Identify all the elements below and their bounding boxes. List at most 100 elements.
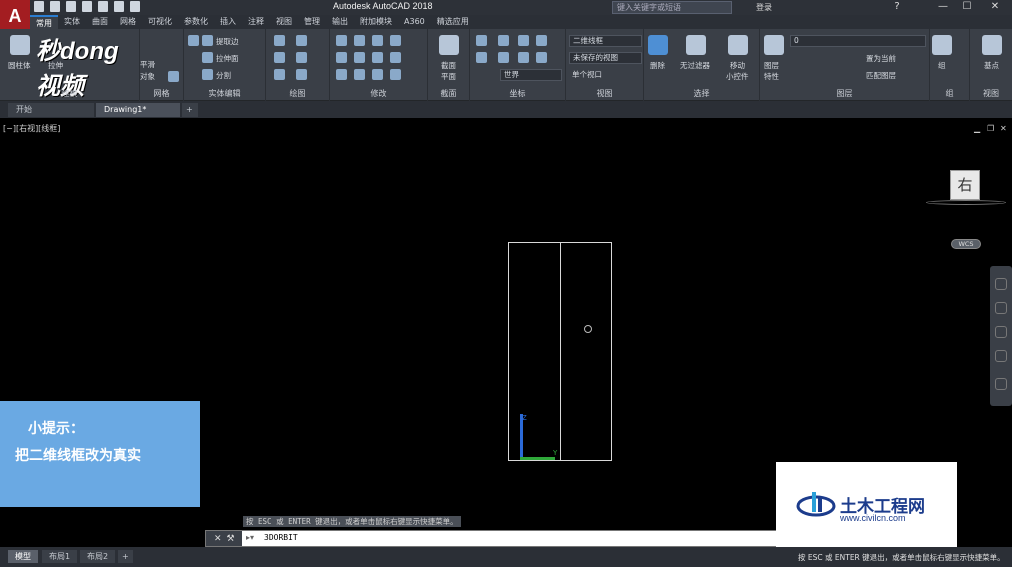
close-button[interactable]: ✕: [982, 0, 1008, 15]
ucs-z-icon[interactable]: [536, 52, 547, 63]
ucs-face-icon[interactable]: [518, 52, 529, 63]
search-input[interactable]: 键入关键字或短语: [612, 1, 732, 14]
new-tab-button[interactable]: +: [182, 103, 198, 117]
separate-label[interactable]: 分割: [216, 70, 231, 81]
steering-wheel-icon[interactable]: [995, 278, 1007, 290]
object-label[interactable]: 对象: [140, 71, 155, 82]
help-button[interactable]: ?: [884, 0, 910, 15]
layer-properties-icon[interactable]: [764, 35, 784, 55]
pan-icon[interactable]: [995, 302, 1007, 314]
move-gizmo-label[interactable]: 移动: [730, 60, 745, 71]
layer-properties-label[interactable]: 图层: [764, 60, 779, 71]
new-layout-button[interactable]: +: [118, 550, 133, 563]
redo-icon[interactable]: [130, 1, 140, 12]
ucs-y-icon[interactable]: [536, 35, 547, 46]
gizmo-icon[interactable]: [728, 35, 748, 55]
tab-mesh[interactable]: 网格: [114, 15, 142, 29]
layer-dropdown[interactable]: 0: [790, 35, 926, 47]
extract-edges-label[interactable]: 提取边: [216, 36, 239, 47]
section-plane-label[interactable]: 平面: [441, 71, 456, 82]
tab-layout2[interactable]: 布局2: [80, 550, 116, 563]
filter-icon[interactable]: [686, 35, 706, 55]
wcs-menu[interactable]: WCS: [951, 239, 981, 249]
ucs-icon[interactable]: [476, 35, 487, 46]
explode-icon[interactable]: [390, 69, 401, 80]
tab-a360[interactable]: A360: [398, 15, 431, 29]
ucs-origin-icon[interactable]: [498, 35, 509, 46]
tab-manage[interactable]: 管理: [298, 15, 326, 29]
polyline-icon[interactable]: [274, 35, 285, 46]
base-point-icon[interactable]: [982, 35, 1002, 55]
layer-properties-label-2[interactable]: 特性: [764, 71, 779, 82]
ucs-x-icon[interactable]: [518, 35, 529, 46]
panel-title-coordinates[interactable]: 坐标: [470, 88, 565, 99]
orbit-icon[interactable]: [995, 350, 1007, 362]
polygon-icon[interactable]: [274, 69, 285, 80]
tab-view[interactable]: 视图: [270, 15, 298, 29]
panel-title-groups[interactable]: 组: [930, 88, 969, 99]
tab-output[interactable]: 输出: [326, 15, 354, 29]
arc-icon[interactable]: [296, 35, 307, 46]
trim-icon[interactable]: [372, 35, 383, 46]
ucs-world-dropdown[interactable]: 世界: [500, 69, 562, 81]
match-layer-label[interactable]: 匹配图层: [866, 70, 896, 81]
panel-title-mesh[interactable]: 网格: [140, 88, 183, 99]
panel-title-modify[interactable]: 修改: [330, 88, 427, 99]
panel-title-view[interactable]: 视图: [566, 88, 643, 99]
line-icon[interactable]: [274, 52, 285, 63]
ucs-object-icon[interactable]: [498, 52, 509, 63]
circle-icon[interactable]: [296, 52, 307, 63]
print-icon[interactable]: [98, 1, 108, 12]
fillet-icon[interactable]: [390, 52, 401, 63]
tab-start[interactable]: 开始: [8, 103, 94, 117]
maximize-button[interactable]: ☐: [954, 0, 980, 15]
group-icon[interactable]: [932, 35, 952, 55]
smooth-object-icon[interactable]: [168, 71, 179, 82]
viewcube[interactable]: 右: [950, 170, 980, 200]
cylinder-label[interactable]: 圆柱体: [8, 60, 31, 71]
undo-icon[interactable]: [114, 1, 124, 12]
login-button[interactable]: 登录: [756, 2, 772, 13]
viewport-close-icon[interactable]: ✕: [1000, 124, 1007, 133]
application-menu-button[interactable]: A: [0, 0, 30, 32]
tab-solid[interactable]: 实体: [58, 15, 86, 29]
rotate-icon[interactable]: [354, 35, 365, 46]
tab-drawing1[interactable]: Drawing1*: [96, 103, 180, 117]
scale-icon[interactable]: [354, 52, 365, 63]
copy-icon[interactable]: [336, 52, 347, 63]
panel-title-view-2[interactable]: 视图: [970, 88, 1012, 99]
viewport-restore-icon[interactable]: ❐: [987, 124, 994, 133]
close-icon[interactable]: ✕: [214, 534, 222, 544]
no-filter-label[interactable]: 无过滤器: [680, 60, 710, 71]
zoom-icon[interactable]: [995, 326, 1007, 338]
command-prompt-icon[interactable]: ▸▾: [246, 533, 254, 542]
smooth-label[interactable]: 平滑: [140, 59, 155, 70]
panel-title-draw[interactable]: 绘图: [266, 88, 329, 99]
separate-icon[interactable]: [202, 69, 213, 80]
tab-featured-apps[interactable]: 精选应用: [431, 15, 475, 29]
save-as-icon[interactable]: [82, 1, 92, 12]
single-viewport-label[interactable]: 单个视口: [572, 69, 602, 80]
tab-layout1[interactable]: 布局1: [42, 550, 78, 563]
extract-edges-icon[interactable]: [202, 35, 213, 46]
array-icon[interactable]: [372, 69, 383, 80]
panel-title-solid-edit[interactable]: 实体编辑: [184, 88, 265, 99]
gizmo-label[interactable]: 小控件: [726, 71, 749, 82]
offset-icon[interactable]: [372, 52, 383, 63]
extrude-face-icon[interactable]: [202, 52, 213, 63]
tab-home[interactable]: 常用: [30, 15, 58, 29]
erase-icon[interactable]: [354, 69, 365, 80]
tab-insert[interactable]: 插入: [214, 15, 242, 29]
panel-title-modeling[interactable]: 建模: [0, 88, 139, 99]
minimize-button[interactable]: —: [930, 0, 956, 15]
delete-label[interactable]: 删除: [650, 60, 665, 71]
section-plane-icon[interactable]: [439, 35, 459, 55]
viewport-controls-label[interactable]: [−][右视][线框]: [3, 123, 60, 134]
command-input[interactable]: 3DORBIT: [264, 533, 298, 542]
open-icon[interactable]: [50, 1, 60, 12]
new-icon[interactable]: [34, 1, 44, 12]
base-point-label[interactable]: 基点: [984, 60, 999, 71]
panel-title-layers[interactable]: 图层: [760, 88, 929, 99]
tab-annotate[interactable]: 注释: [242, 15, 270, 29]
wrench-icon[interactable]: ⚒: [227, 534, 235, 544]
